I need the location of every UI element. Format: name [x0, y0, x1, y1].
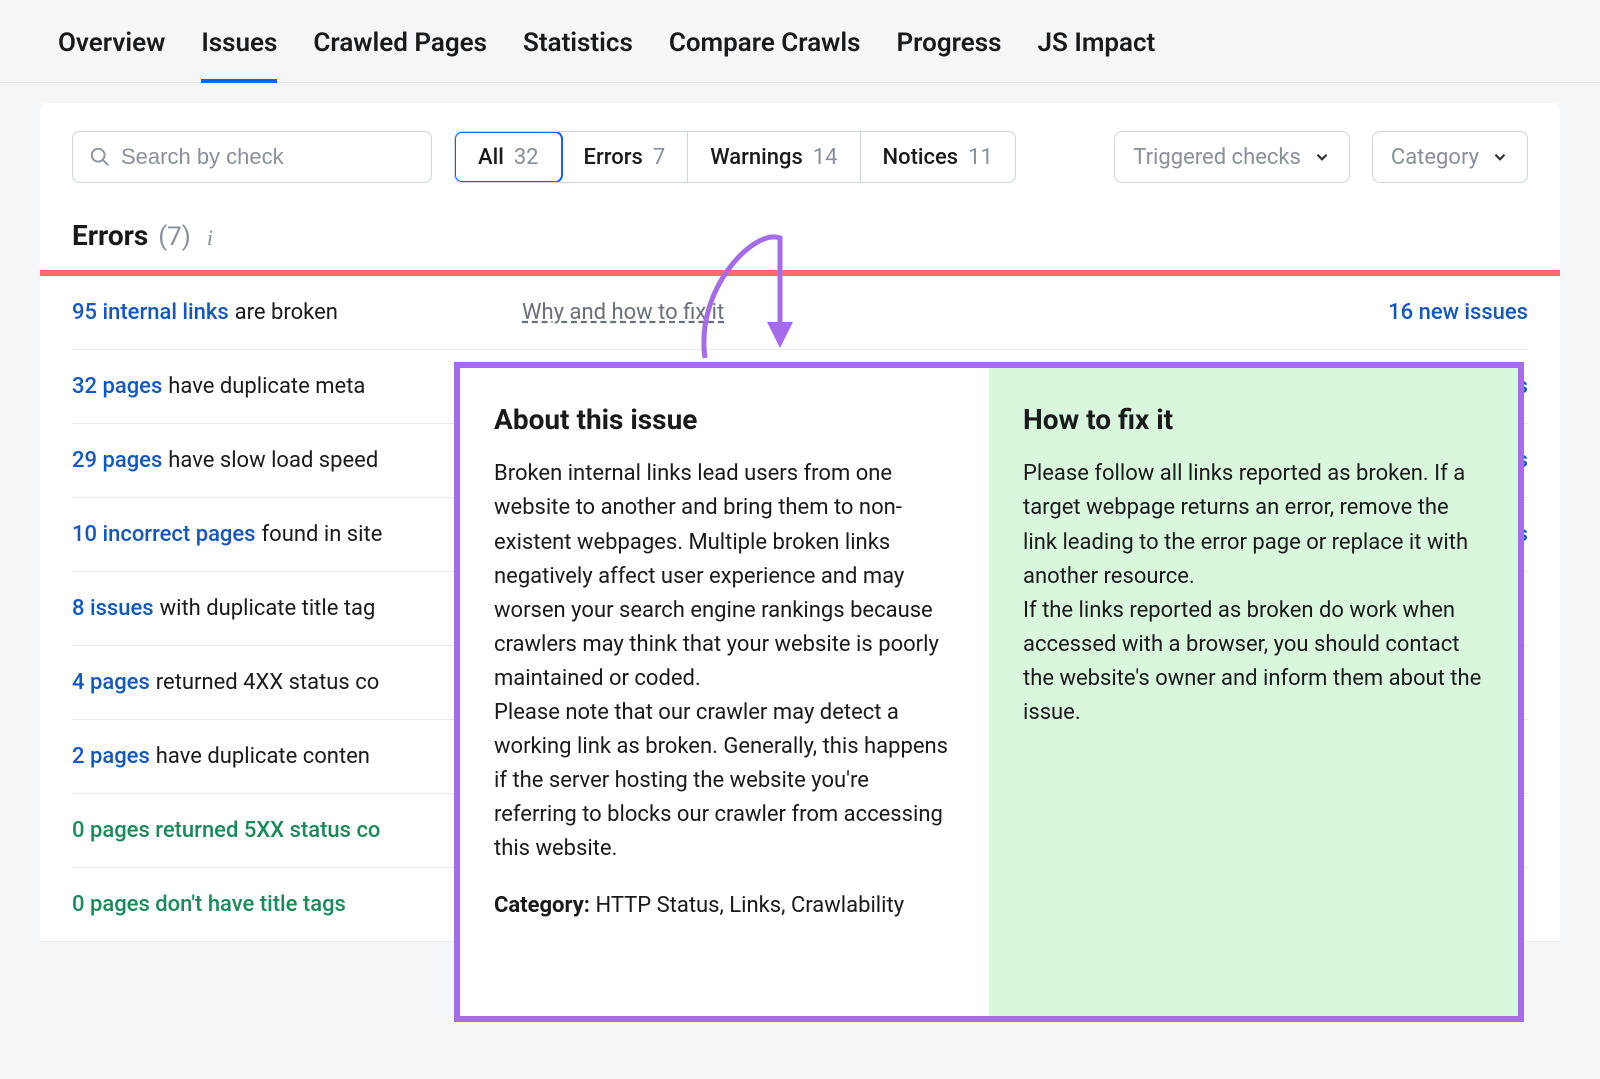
issue-count-link[interactable]: 2 pages [72, 744, 150, 769]
filter-count: 32 [514, 145, 539, 170]
tab-statistics[interactable]: Statistics [505, 0, 651, 82]
callout-arrow-icon [685, 218, 805, 368]
issue-count-link[interactable]: 10 incorrect pages [72, 522, 256, 547]
filter-label: Warnings [710, 145, 803, 170]
tab-crawled-pages[interactable]: Crawled Pages [295, 0, 505, 82]
fix-heading: How to fix it [1023, 398, 1484, 441]
tab-compare-crawls[interactable]: Compare Crawls [651, 0, 879, 82]
info-icon[interactable]: i [207, 225, 213, 251]
tab-progress[interactable]: Progress [879, 0, 1020, 82]
filter-all[interactable]: All 32 [454, 131, 563, 183]
filter-label: Notices [883, 145, 959, 170]
tab-issues[interactable]: Issues [183, 0, 295, 82]
issue-count-link[interactable]: 95 internal links [72, 300, 229, 325]
filter-warnings[interactable]: Warnings 14 [688, 132, 860, 182]
about-heading: About this issue [494, 398, 955, 441]
about-column: About this issue Broken internal links l… [460, 368, 989, 1016]
issue-count-link[interactable]: 8 issues [72, 596, 154, 621]
issue-desc: have duplicate meta [168, 374, 365, 399]
section-count: (7) [158, 222, 191, 252]
about-body: Please note that our crawler may detect … [494, 696, 955, 866]
search-box[interactable] [72, 131, 432, 183]
filter-count: 11 [968, 145, 993, 170]
new-issues-link[interactable]: 16 new issues [1388, 300, 1528, 325]
issue-count-link[interactable]: 32 pages [72, 374, 162, 399]
section-title: Errors [72, 219, 148, 252]
dropdown-label: Category [1391, 145, 1479, 170]
tab-js-impact[interactable]: JS Impact [1020, 0, 1174, 82]
controls-row: All 32 Errors 7 Warnings 14 Notices 11 T… [72, 131, 1528, 183]
issue-count-link[interactable]: 29 pages [72, 448, 162, 473]
issue-desc: with duplicate title tag [160, 596, 376, 621]
filter-errors[interactable]: Errors 7 [562, 132, 689, 182]
filter-notices[interactable]: Notices 11 [861, 132, 1015, 182]
search-input[interactable] [121, 144, 415, 170]
filter-count: 14 [813, 145, 838, 170]
fix-column: How to fix it Please follow all links re… [989, 368, 1518, 1016]
issue-desc: have slow load speed [168, 448, 378, 473]
fix-body: If the links reported as broken do work … [1023, 594, 1484, 730]
tab-overview[interactable]: Overview [40, 0, 183, 82]
filter-segments: All 32 Errors 7 Warnings 14 Notices 11 [454, 131, 1016, 183]
issue-desc: are broken [235, 300, 338, 325]
dropdown-label: Triggered checks [1133, 145, 1301, 170]
about-body: Broken internal links lead users from on… [494, 457, 955, 696]
fix-body: Please follow all links reported as brok… [1023, 457, 1484, 593]
filter-label: Errors [584, 145, 643, 170]
issue-desc: found in site [262, 522, 383, 547]
triggered-checks-dropdown[interactable]: Triggered checks [1114, 131, 1350, 183]
search-icon [89, 146, 111, 168]
issue-details-popover: About this issue Broken internal links l… [454, 362, 1524, 1022]
issue-count-link[interactable]: 0 pages don't have title tags [72, 892, 346, 917]
category-line: Category: HTTP Status, Links, Crawlabili… [494, 889, 955, 923]
category-value: HTTP Status, Links, Crawlability [590, 893, 904, 918]
issue-desc: have duplicate conten [156, 744, 370, 769]
chevron-down-icon [1313, 148, 1331, 166]
filter-count: 7 [653, 145, 665, 170]
issue-desc: returned 4XX status co [156, 670, 380, 695]
issue-count-link[interactable]: 4 pages [72, 670, 150, 695]
issue-count-link[interactable]: 0 pages returned 5XX status co [72, 818, 380, 843]
chevron-down-icon [1491, 148, 1509, 166]
top-tabs: Overview Issues Crawled Pages Statistics… [0, 0, 1600, 83]
category-label: Category: [494, 893, 590, 918]
category-dropdown[interactable]: Category [1372, 131, 1528, 183]
filter-label: All [478, 145, 504, 170]
